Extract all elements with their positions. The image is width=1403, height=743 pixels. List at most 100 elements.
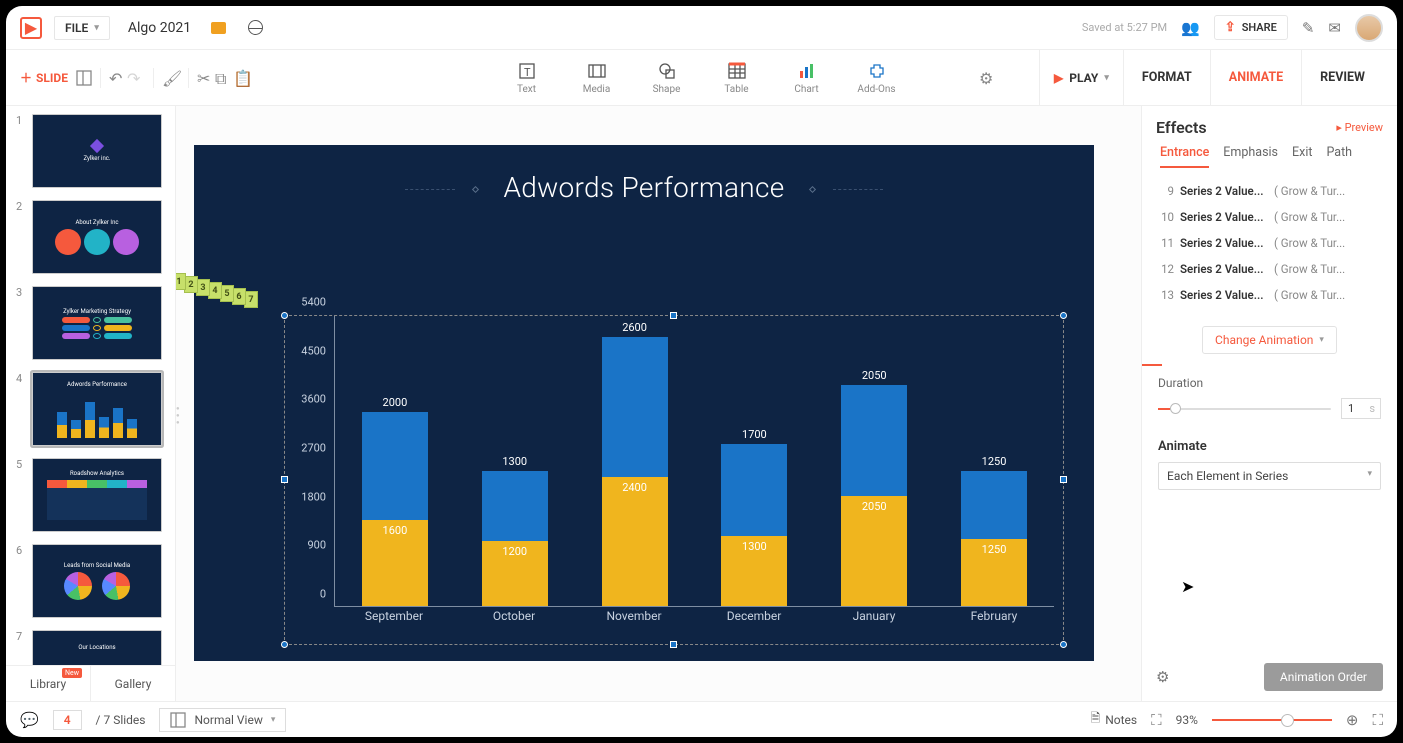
current-slide-number[interactable]: 4 bbox=[53, 710, 82, 730]
slide-thumb-1[interactable]: Zylker inc.�▸ bbox=[32, 114, 162, 188]
selection-frame[interactable] bbox=[284, 315, 1064, 645]
paste-icon[interactable]: 📋 bbox=[233, 69, 251, 87]
redo-icon[interactable]: ↷ bbox=[127, 69, 145, 87]
y-tick-label: 5400 bbox=[301, 296, 326, 309]
document-name[interactable]: Algo 2021 bbox=[128, 20, 191, 36]
library-tab[interactable]: LibraryNew bbox=[6, 666, 91, 701]
insert-shape-button[interactable]: Shape bbox=[646, 61, 688, 95]
canvas-area[interactable]: ●●● Adwords Performance 0900180027003600… bbox=[176, 106, 1141, 701]
folder-icon[interactable] bbox=[211, 22, 226, 34]
tab-animate[interactable]: ANIMATE bbox=[1210, 50, 1301, 106]
toolbar: ＋ SLIDE ↶ ↷ 🖌 ✂ ⧉ 📋 TText Media Shape Ta… bbox=[6, 50, 1397, 106]
animation-tag[interactable]: 1 bbox=[176, 273, 186, 290]
tab-review[interactable]: REVIEW bbox=[1301, 50, 1383, 106]
animate-mode-select[interactable]: Each Element in Series ▾ bbox=[1158, 462, 1381, 490]
slide-panel: 1 Zylker inc.�▸ 2 About Zylker Inc 3 Zyl… bbox=[6, 106, 176, 701]
duration-label: Duration bbox=[1158, 376, 1381, 390]
undo-icon[interactable]: ↶ bbox=[109, 69, 127, 87]
chevron-down-icon: ▾ bbox=[1367, 469, 1372, 483]
share-icon: ⇪ bbox=[1225, 20, 1236, 35]
resize-handle-icon[interactable] bbox=[1060, 641, 1067, 648]
insert-chart-button[interactable]: Chart bbox=[786, 61, 828, 95]
resize-handle-icon[interactable] bbox=[670, 641, 677, 648]
duration-input[interactable]: 1 bbox=[1341, 398, 1381, 419]
new-slide-button[interactable]: ＋ SLIDE bbox=[20, 69, 68, 86]
slide-thumb-7[interactable]: Our Locations�▸ bbox=[32, 630, 162, 665]
layout-icon[interactable] bbox=[76, 70, 92, 86]
duration-section: Duration 1 bbox=[1142, 366, 1397, 429]
fit-icon[interactable]: ⛶ bbox=[1151, 711, 1162, 729]
insert-media-button[interactable]: Media bbox=[576, 61, 618, 95]
slide-thumb-4[interactable]: Adwords Performance�▸ bbox=[32, 372, 162, 446]
share-label: SHARE bbox=[1242, 21, 1277, 34]
effect-row[interactable]: 9Series 2 Value...( Grow & Tur... bbox=[1148, 178, 1391, 204]
animation-tag[interactable]: 7 bbox=[244, 291, 258, 308]
panel-settings-icon[interactable]: ⚙ bbox=[1156, 668, 1169, 686]
mail-icon[interactable]: ✉ bbox=[1328, 19, 1341, 37]
total-slides: / 7 Slides bbox=[96, 713, 146, 727]
slide-thumb-2[interactable]: About Zylker Inc bbox=[32, 200, 162, 274]
insert-addons-button[interactable]: Add-Ons bbox=[856, 61, 898, 95]
animation-tag[interactable]: 4 bbox=[208, 282, 222, 299]
resize-handle-icon[interactable] bbox=[281, 476, 288, 483]
svg-text:T: T bbox=[524, 66, 531, 79]
animation-tag[interactable]: 6 bbox=[232, 288, 246, 305]
slider-handle-icon[interactable] bbox=[1170, 403, 1181, 414]
change-animation-button[interactable]: Change Animation▾ bbox=[1202, 326, 1337, 354]
effect-row[interactable]: 11Series 2 Value...( Grow & Tur... bbox=[1148, 230, 1391, 256]
animation-order-tags[interactable]: 7654321 bbox=[176, 273, 258, 290]
app-logo-icon: ▶ bbox=[20, 17, 42, 39]
user-avatar[interactable] bbox=[1355, 14, 1383, 42]
settings-icon[interactable]: ⚙ bbox=[979, 69, 997, 87]
effect-row[interactable]: 12Series 2 Value...( Grow & Tur... bbox=[1148, 256, 1391, 282]
gallery-tab[interactable]: Gallery bbox=[91, 666, 175, 701]
tab-format[interactable]: FORMAT bbox=[1123, 50, 1210, 106]
effect-row[interactable]: 13Series 2 Value...( Grow & Tur... bbox=[1148, 282, 1391, 308]
duration-slider[interactable] bbox=[1158, 408, 1331, 410]
resize-handle-icon[interactable] bbox=[670, 312, 677, 319]
resize-handle-icon[interactable] bbox=[1060, 476, 1067, 483]
animation-tag[interactable]: 5 bbox=[220, 285, 234, 302]
preview-button[interactable]: ▸ Preview bbox=[1336, 121, 1383, 134]
effect-row[interactable]: 10Series 2 Value...( Grow & Tur... bbox=[1148, 204, 1391, 230]
animation-order-button[interactable]: Animation Order bbox=[1264, 663, 1383, 691]
animation-tag[interactable]: 2 bbox=[184, 276, 198, 293]
slide-thumb-3[interactable]: Zylker Marketing Strategy bbox=[32, 286, 162, 360]
animation-tag[interactable]: 3 bbox=[196, 279, 210, 296]
fullscreen-icon[interactable]: ⛶ bbox=[1372, 711, 1383, 729]
insert-table-button[interactable]: Table bbox=[716, 61, 758, 95]
effects-title: Effects bbox=[1156, 118, 1207, 137]
slide-thumb-list[interactable]: 1 Zylker inc.�▸ 2 About Zylker Inc 3 Zyl… bbox=[6, 106, 175, 665]
view-mode-select[interactable]: Normal View▾ bbox=[159, 708, 286, 732]
animate-section: Animate Each Element in Series ▾ bbox=[1142, 429, 1397, 500]
tab-entrance[interactable]: Entrance bbox=[1160, 145, 1209, 168]
slide-thumb-5[interactable]: Roadshow Analytics bbox=[32, 458, 162, 532]
brush-icon[interactable]: ✎ bbox=[1302, 19, 1315, 37]
copy-icon[interactable]: ⧉ bbox=[215, 69, 233, 87]
tab-emphasis[interactable]: Emphasis bbox=[1223, 145, 1278, 168]
comments-icon[interactable]: 💬 bbox=[20, 711, 39, 729]
zoom-slider[interactable] bbox=[1212, 719, 1332, 721]
effects-list[interactable]: 9Series 2 Value...( Grow & Tur...10Serie… bbox=[1142, 174, 1397, 312]
slide-thumb-6[interactable]: Leads from Social Media bbox=[32, 544, 162, 618]
plus-icon: ＋ bbox=[20, 69, 32, 86]
tab-path[interactable]: Path bbox=[1326, 145, 1352, 168]
save-status: Saved at 5:27 PM bbox=[1082, 21, 1167, 34]
resize-handle-icon[interactable] bbox=[281, 641, 288, 648]
share-button[interactable]: ⇪ SHARE bbox=[1214, 15, 1288, 40]
slide-canvas[interactable]: Adwords Performance 09001800270036004500… bbox=[194, 145, 1094, 661]
format-painter-icon[interactable]: 🖌 bbox=[162, 69, 180, 87]
zoom-in-icon[interactable]: ⊕ bbox=[1346, 711, 1359, 729]
tab-exit[interactable]: Exit bbox=[1292, 145, 1312, 168]
resize-handle-icon[interactable] bbox=[1060, 312, 1067, 319]
slide-panel-footer: LibraryNew Gallery bbox=[6, 665, 175, 701]
cut-icon[interactable]: ✂ bbox=[197, 69, 215, 87]
play-button[interactable]: ▶ PLAY ▾ bbox=[1039, 50, 1123, 106]
collaborators-icon[interactable]: 👥 bbox=[1181, 19, 1200, 37]
resize-handle-icon[interactable] bbox=[281, 312, 288, 319]
file-menu-button[interactable]: FILE ▾ bbox=[54, 16, 110, 40]
panel-splitter-icon[interactable]: ●●● bbox=[176, 404, 181, 428]
globe-icon[interactable] bbox=[248, 20, 263, 35]
insert-text-button[interactable]: TText bbox=[506, 61, 548, 95]
notes-button[interactable]: 🗎Notes bbox=[1091, 709, 1138, 730]
